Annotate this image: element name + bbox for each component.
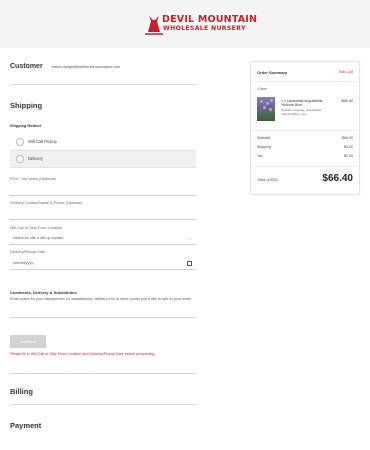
subtotal-value: $66.40: [342, 136, 353, 140]
shipping-heading: Shipping: [10, 101, 43, 110]
shipping-option-label: Delivery: [28, 156, 44, 161]
contact-label: Delivery Contact Name & Phone (Optional): [10, 201, 83, 205]
customer-email: bakoo.weight@californiarotoscapes.com: [52, 65, 121, 69]
subtotal-row: Subtotal $66.40: [257, 136, 353, 140]
location-select[interactable]: Select As site a 4th up locator ⌄: [10, 233, 196, 245]
billing-heading: Billing: [10, 387, 33, 396]
customer-heading: Customer: [10, 63, 43, 70]
location-label: Will Call or Ship From Location: [10, 226, 63, 230]
radio-button[interactable]: [16, 155, 24, 163]
shipping-row: Shipping $0.00: [257, 145, 353, 149]
divider: [10, 373, 196, 374]
items-count: 1 Item: [257, 87, 267, 91]
contact-input[interactable]: [10, 208, 196, 220]
comments-input[interactable]: [10, 306, 196, 318]
divider: [251, 166, 359, 167]
product-image[interactable]: [257, 97, 275, 121]
date-value: mm/dd/yyyy: [13, 261, 34, 265]
tax-row: Tax $0.00: [257, 154, 353, 158]
shipping-value: $0.00: [344, 145, 353, 149]
total-label: Total (USD): [257, 177, 278, 182]
subtotal-label: Subtotal: [257, 136, 271, 140]
continue-button[interactable]: Continue: [10, 335, 46, 348]
tax-value: $0.00: [344, 154, 353, 158]
product-price: $66.40: [341, 99, 353, 103]
validation-error: Please fill in Will Call or Ship From Lo…: [10, 352, 155, 356]
po-input[interactable]: [10, 184, 196, 196]
shipping-option-label: Will Call Pickup: [28, 139, 57, 144]
total-value: $66.40: [322, 173, 353, 184]
shipping-option-will-call[interactable]: Will Call Pickup: [10, 134, 196, 151]
shipping-method-label: Shipping Method: [10, 124, 41, 128]
location-value: Select As site a 4th up locator: [13, 236, 64, 240]
shipping-label: Shipping: [257, 145, 271, 149]
po-label: PO# / Job Name (Optional): [10, 177, 56, 181]
shipping-option-delivery[interactable]: Delivery: [10, 151, 196, 168]
divider: [251, 81, 359, 82]
divider: [10, 84, 196, 85]
date-label: Delivery/Pickup Date: [10, 250, 46, 254]
tax-label: Tax: [257, 154, 263, 158]
divider: [10, 404, 196, 405]
site-header: DEVIL MOUNTAIN WHOLESALE NURSERY: [0, 0, 370, 48]
brand-line-1: DEVIL MOUNTAIN: [162, 14, 258, 25]
product-meta: Hidcote Lavender, angustifolia 'Hidcote …: [281, 108, 322, 116]
calendar-icon[interactable]: [187, 261, 192, 266]
edit-cart-link[interactable]: Edit Cart: [339, 70, 353, 74]
comments-help: Enter notes for your salesperson on subs…: [10, 297, 191, 301]
chevron-down-icon: ⌄: [188, 236, 192, 241]
payment-heading: Payment: [10, 421, 42, 430]
date-input[interactable]: mm/dd/yyyy: [10, 258, 196, 270]
order-summary-title: Order Summary: [257, 70, 288, 75]
comments-heading: Comments, Delivery & Substitution: [10, 290, 77, 295]
devil-mountain-logo-icon: [145, 16, 163, 35]
brand-logo[interactable]: DEVIL MOUNTAIN WHOLESALE NURSERY: [145, 12, 257, 38]
product-name: 1 x Lavandula angustifolia 'Hidcote Blue…: [281, 99, 323, 108]
radio-button[interactable]: [16, 138, 24, 146]
order-summary-panel: Order Summary Edit Cart 1 Item 1 x Lavan…: [250, 61, 360, 195]
brand-line-2: WHOLESALE NURSERY: [163, 25, 246, 32]
divider: [251, 130, 359, 131]
